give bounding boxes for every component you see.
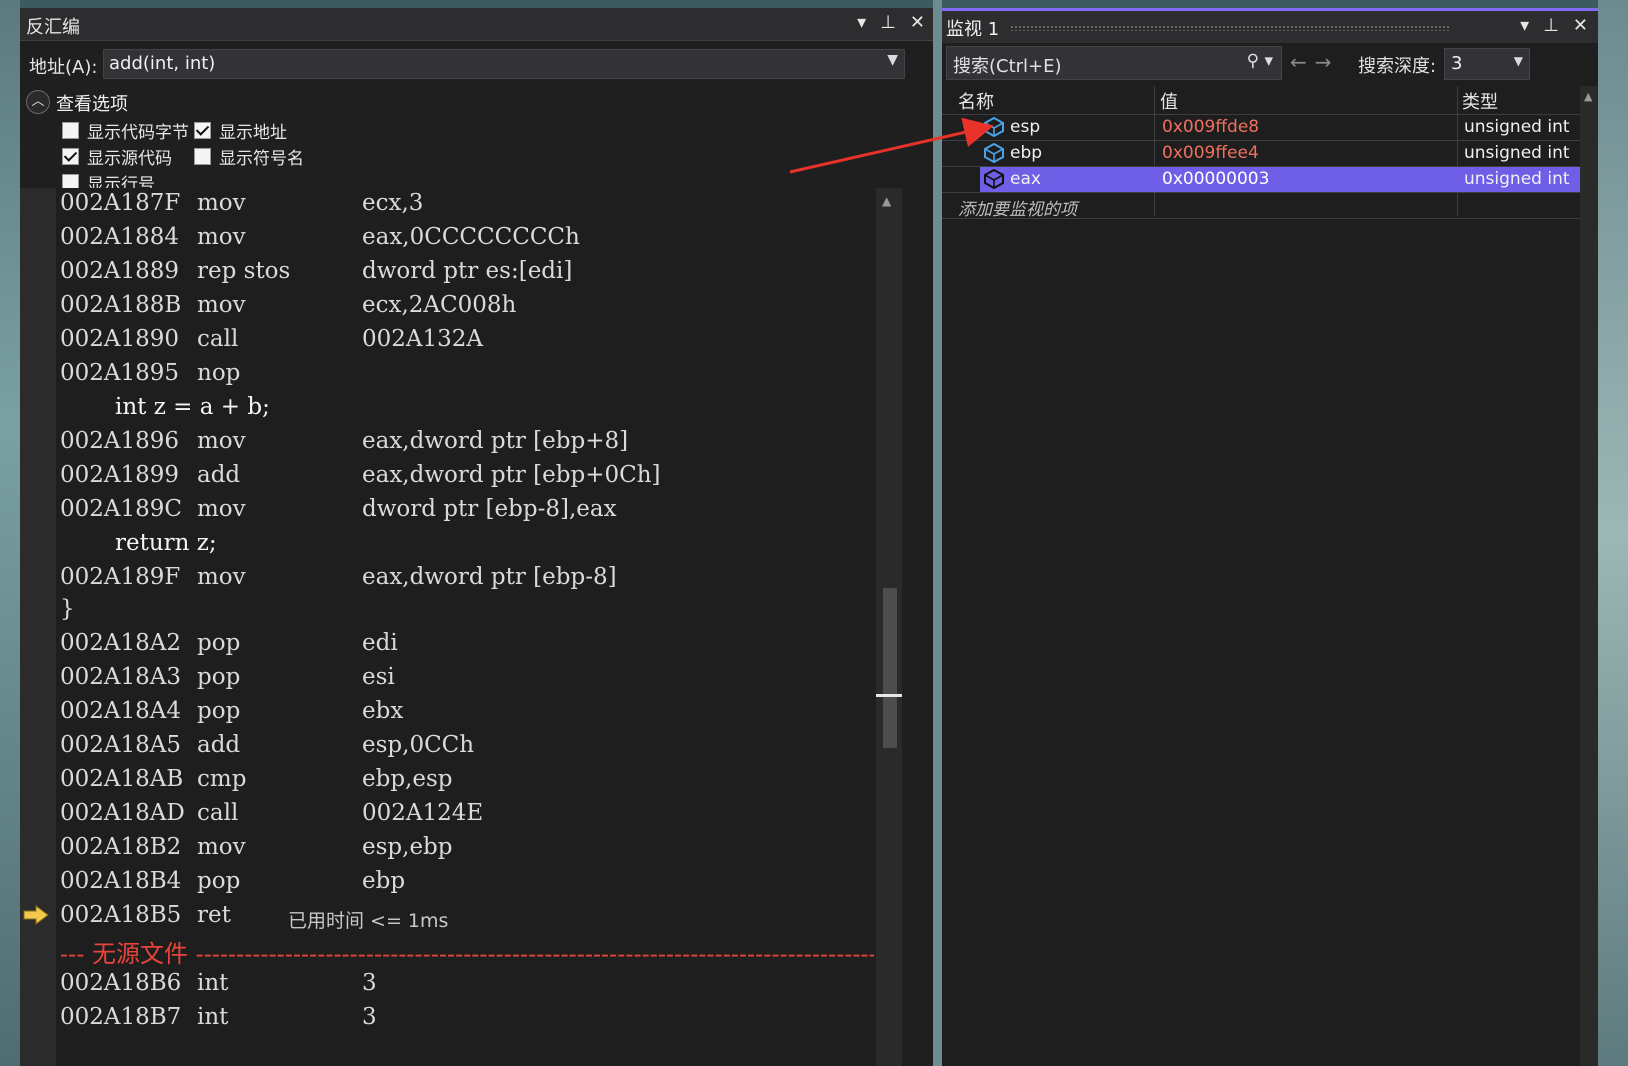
checkbox[interactable] bbox=[194, 122, 211, 139]
window-menu-icon[interactable]: ▾ bbox=[1520, 15, 1529, 36]
option-show-symbols[interactable]: 显示符号名 bbox=[194, 144, 304, 169]
variable-cube-icon bbox=[984, 169, 1004, 189]
watch-row-eax[interactable]: eax 0x00000003 unsigned int bbox=[942, 167, 1580, 193]
search-nav-arrows-icon[interactable]: ←→ bbox=[1290, 50, 1340, 74]
scroll-position-marker bbox=[876, 694, 902, 697]
watch-panel: 监视 1 ▾ ⊥ ✕ 搜索(Ctrl+E) ⚲ ▾ ←→ 搜索深度: 3 ▼ 名… bbox=[942, 8, 1598, 1066]
background-right bbox=[1598, 0, 1628, 1066]
disassembly-scrollbar[interactable]: ▲ bbox=[876, 188, 902, 1066]
watch-value[interactable]: 0x009ffee4 bbox=[1162, 143, 1259, 163]
search-placeholder[interactable]: 搜索(Ctrl+E) bbox=[953, 52, 1062, 78]
watch-type: unsigned int bbox=[1464, 143, 1570, 163]
option-label: 显示代码字节 bbox=[87, 123, 189, 143]
variable-cube-icon bbox=[984, 143, 1004, 163]
scrollbar-thumb[interactable] bbox=[883, 588, 897, 748]
source-line[interactable]: int z = a + b; bbox=[115, 394, 270, 420]
checkbox[interactable] bbox=[194, 148, 211, 165]
disassembly-titlebar: 反汇编 ▾ ⊥ ✕ bbox=[20, 8, 933, 41]
watch-titlebar: 监视 1 ▾ ⊥ ✕ bbox=[942, 8, 1598, 43]
column-value[interactable]: 值 bbox=[1160, 88, 1178, 114]
watch-type: unsigned int bbox=[1464, 117, 1570, 137]
scroll-up-icon[interactable]: ▲ bbox=[882, 194, 891, 208]
watch-type: unsigned int bbox=[1464, 169, 1570, 189]
watch-value[interactable]: 0x00000003 bbox=[1162, 169, 1269, 189]
address-combobox[interactable]: add(int, int) ▼ bbox=[103, 49, 905, 79]
column-type[interactable]: 类型 bbox=[1462, 88, 1498, 114]
background-left bbox=[0, 0, 20, 1066]
watch-add-item-row[interactable]: 添加要监视的项 bbox=[942, 193, 1580, 220]
window-menu-icon[interactable]: ▾ bbox=[857, 12, 866, 33]
option-label: 显示源代码 bbox=[87, 149, 172, 169]
disassembly-panel: 反汇编 ▾ ⊥ ✕ 地址(A): add(int, int) ▼ ︿ 查看选项 … bbox=[20, 8, 933, 1066]
close-icon[interactable]: ✕ bbox=[910, 12, 925, 33]
indicator-margin[interactable] bbox=[20, 188, 56, 1066]
watch-search-box[interactable]: 搜索(Ctrl+E) ⚲ ▾ bbox=[946, 46, 1282, 80]
pin-icon[interactable]: ⊥ bbox=[880, 12, 896, 33]
no-source-separator: --- 无源文件 -------------------------------… bbox=[60, 940, 874, 968]
watch-name[interactable]: esp bbox=[1010, 117, 1040, 137]
option-show-address[interactable]: 显示地址 bbox=[194, 118, 287, 143]
watch-grid: 名称 值 类型 esp 0x009ffde8 unsigned int ebp … bbox=[942, 86, 1580, 1066]
option-label: 显示符号名 bbox=[219, 149, 304, 169]
scroll-up-icon[interactable]: ▲ bbox=[1584, 90, 1592, 103]
pin-icon[interactable]: ⊥ bbox=[1543, 15, 1559, 36]
instruction-pointer-arrow-icon bbox=[23, 905, 49, 925]
column-name[interactable]: 名称 bbox=[958, 88, 994, 114]
watch-name[interactable]: ebp bbox=[1010, 143, 1042, 163]
collapse-icon[interactable]: ︿ bbox=[26, 90, 50, 114]
watch-row-esp[interactable]: esp 0x009ffde8 unsigned int bbox=[942, 115, 1580, 141]
search-depth-dropdown[interactable]: 3 ▼ bbox=[1444, 48, 1530, 80]
watch-title: 监视 1 bbox=[946, 19, 1000, 40]
option-label: 显示地址 bbox=[219, 123, 287, 143]
watch-row-ebp[interactable]: ebp 0x009ffee4 unsigned int bbox=[942, 141, 1580, 167]
address-bar: 地址(A): add(int, int) ▼ bbox=[20, 46, 933, 82]
drag-grip[interactable] bbox=[1010, 25, 1450, 31]
variable-cube-icon bbox=[984, 117, 1004, 137]
checkbox[interactable] bbox=[62, 122, 79, 139]
watch-grid-header: 名称 值 类型 bbox=[942, 86, 1580, 115]
option-show-code-bytes[interactable]: 显示代码字节 bbox=[62, 118, 189, 143]
source-brace[interactable]: } bbox=[60, 596, 75, 622]
search-depth-value[interactable]: 3 bbox=[1451, 53, 1462, 74]
option-show-source[interactable]: 显示源代码 bbox=[62, 144, 172, 169]
view-options-header[interactable]: 查看选项 bbox=[56, 90, 128, 116]
search-depth-label: 搜索深度: bbox=[1358, 56, 1437, 77]
chevron-down-icon[interactable]: ▼ bbox=[1514, 54, 1523, 68]
source-line[interactable]: return z; bbox=[115, 530, 217, 556]
checkbox[interactable] bbox=[62, 148, 79, 165]
close-icon[interactable]: ✕ bbox=[1573, 15, 1588, 36]
watch-value[interactable]: 0x009ffde8 bbox=[1162, 117, 1259, 137]
address-value[interactable]: add(int, int) bbox=[109, 53, 215, 74]
panel-splitter[interactable] bbox=[933, 0, 942, 1066]
view-options: ︿ 查看选项 显示代码字节 显示地址 显示源代码 显示符号名 显示行号 bbox=[20, 84, 933, 200]
search-icon[interactable]: ⚲ ▾ bbox=[1247, 51, 1273, 71]
disassembly-title: 反汇编 bbox=[26, 17, 80, 38]
watch-name[interactable]: eax bbox=[1010, 169, 1041, 189]
chevron-down-icon[interactable]: ▼ bbox=[887, 52, 898, 68]
address-label: 地址(A): bbox=[29, 57, 98, 78]
add-watch-placeholder[interactable]: 添加要监视的项 bbox=[958, 195, 1077, 220]
watch-scrollbar[interactable]: ▲ bbox=[1580, 86, 1598, 1066]
elapsed-time-hint: 已用时间 <= 1ms bbox=[288, 910, 449, 932]
